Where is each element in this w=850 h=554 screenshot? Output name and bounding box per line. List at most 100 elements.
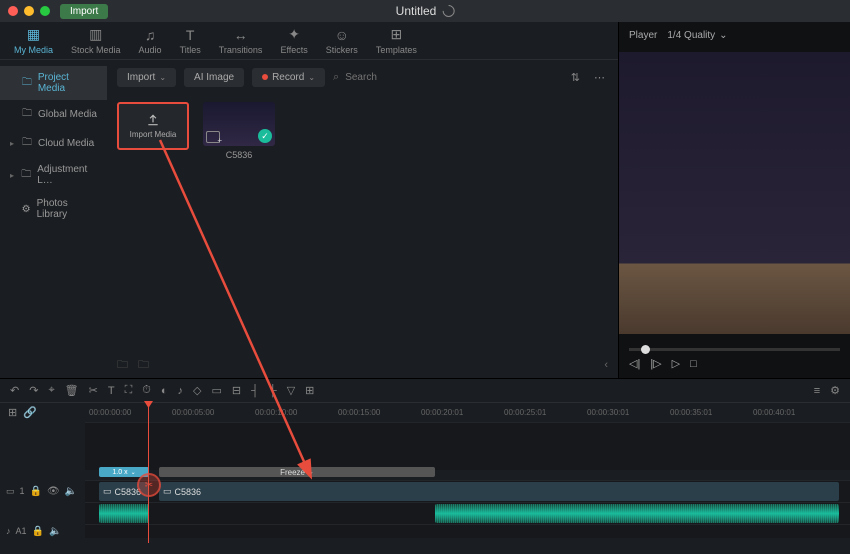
transitions-icon: ↔: [233, 27, 249, 43]
audio-clip[interactable]: [99, 504, 149, 523]
templates-icon: ⊞: [388, 27, 404, 43]
step-fwd-button[interactable]: |▷: [650, 357, 661, 370]
sidebar-item-project-media[interactable]: 🗀Project Media: [0, 66, 107, 100]
stock-icon: ▥: [88, 27, 104, 43]
stop-button[interactable]: □: [690, 358, 697, 370]
snap-icon[interactable]: ⊞: [8, 406, 17, 419]
more-icon[interactable]: ⋯: [591, 68, 608, 87]
text-tool-icon[interactable]: T: [108, 385, 115, 397]
audio-icon: ♫: [142, 27, 158, 43]
timeline-tracks: 1.0 x⌄ Freeze⌄ ▭ 1 🔒 👁 🔈 ▭C5836 ▭C5836 ♪…: [0, 422, 850, 538]
import-pill[interactable]: Import: [60, 4, 108, 19]
tab-my-media[interactable]: ▦My Media: [14, 27, 53, 55]
audio-track: ♪ A1 🔒 🔈: [0, 524, 850, 538]
sidebar-item-photos-library[interactable]: ⚙Photos Library: [0, 192, 107, 226]
chevron-down-icon: ⌄: [131, 469, 136, 476]
split-icon[interactable]: ✂: [89, 384, 98, 397]
color-icon[interactable]: ◐: [161, 385, 168, 397]
trash-icon[interactable]: 🗑: [65, 384, 79, 397]
search-field[interactable]: ⌕: [333, 71, 560, 84]
settings-icon[interactable]: ⚙: [830, 384, 840, 397]
freeze-clip[interactable]: Freeze⌄: [159, 467, 435, 477]
track-label: A1: [16, 526, 27, 536]
folder-icon: 🗀: [22, 75, 32, 92]
video-track: ▭ 1 🔒 👁 🔈 ▭C5836 ▭C5836: [0, 480, 850, 502]
new-bin-icon[interactable]: 🗀: [138, 356, 149, 375]
tab-stickers[interactable]: ☺Stickers: [326, 27, 358, 55]
sidebar-item-global-media[interactable]: 🗀Global Media: [0, 100, 107, 129]
audio-clip[interactable]: [435, 504, 839, 523]
chevron-down-icon: ⌄: [719, 30, 727, 41]
video-clip[interactable]: ▭C5836: [159, 482, 839, 501]
step-back-button[interactable]: ◁|: [629, 357, 640, 370]
time-ruler[interactable]: 00:00:00:00 00:00:05:00 00:00:10:00 00:0…: [85, 403, 850, 422]
seek-knob[interactable]: [641, 345, 650, 354]
clip-icon: ▭: [103, 486, 112, 497]
tab-effects[interactable]: ✦Effects: [280, 27, 307, 55]
preview-pane: Player 1/4 Quality⌄ ◁| |▷ ▷ □: [618, 22, 850, 378]
tab-transitions[interactable]: ↔Transitions: [219, 27, 263, 55]
track-number: 1: [20, 486, 25, 496]
upload-icon: [146, 113, 160, 127]
close-window[interactable]: [8, 6, 18, 16]
audio-track-embedded: [0, 502, 850, 524]
redo-icon[interactable]: ↷: [29, 384, 38, 397]
expand-icon[interactable]: ▸: [10, 139, 16, 148]
keyframe-icon[interactable]: ◇: [193, 384, 201, 397]
prev-icon[interactable]: ‹: [604, 359, 608, 371]
record-dropdown[interactable]: Record⌄: [252, 68, 325, 87]
cursor-tool-icon[interactable]: ⌖: [48, 384, 54, 397]
clip-label: C5836: [203, 150, 275, 160]
marker-icon[interactable]: ▽: [287, 384, 295, 397]
tab-audio[interactable]: ♫Audio: [139, 27, 162, 55]
maximize-window[interactable]: [40, 6, 50, 16]
cut-point-marker[interactable]: [137, 473, 161, 497]
media-sidebar: 🗀Project Media 🗀Global Media ▸🗀Cloud Med…: [0, 60, 107, 378]
search-input[interactable]: [345, 72, 560, 83]
new-folder-icon[interactable]: 🗀: [117, 356, 128, 375]
audio-tool-icon[interactable]: ♪: [178, 385, 184, 397]
ai-image-button[interactable]: AI Image: [184, 68, 244, 87]
lock-icon[interactable]: 🔒: [32, 526, 44, 537]
title-text: Untitled: [396, 4, 437, 18]
import-dropdown[interactable]: Import⌄: [117, 68, 176, 87]
folder-icon: 🗀: [22, 106, 32, 123]
seek-bar[interactable]: [629, 348, 840, 351]
mute-icon[interactable]: 🔈: [65, 486, 77, 497]
add-to-timeline-icon[interactable]: [206, 131, 220, 143]
timeline-toolbar: ↶ ↷ ⌖ 🗑 ✂ T ⛶ ⏱ ◐ ♪ ◇ ▭ ⊟ ┤ ├ ▽ ⊞ ≡ ⚙: [0, 378, 850, 402]
reload-icon[interactable]: [440, 3, 457, 20]
minimize-window[interactable]: [24, 6, 34, 16]
media-grid: Import Media ✓ C5836: [107, 94, 618, 352]
speed-icon[interactable]: ⏱: [142, 384, 151, 397]
tab-stock-media[interactable]: ▥Stock Media: [71, 27, 121, 55]
expand-icon[interactable]: ▸: [10, 171, 15, 180]
quality-dropdown[interactable]: 1/4 Quality⌄: [667, 30, 727, 41]
preview-canvas[interactable]: [619, 52, 850, 334]
sidebar-item-cloud-media[interactable]: ▸🗀Cloud Media: [0, 129, 107, 158]
mixer-icon[interactable]: ≡: [814, 385, 820, 397]
tool-a-icon[interactable]: ▭: [211, 384, 221, 397]
link-icon[interactable]: 🔗: [23, 406, 37, 419]
tab-templates[interactable]: ⊞Templates: [376, 27, 417, 55]
mark-out-icon[interactable]: ├: [269, 385, 277, 397]
lock-icon[interactable]: 🔒: [30, 486, 42, 497]
player-label: Player: [629, 30, 657, 41]
folder-icon: 🗀: [22, 135, 32, 152]
media-clip[interactable]: ✓ C5836: [203, 102, 275, 160]
mute-icon[interactable]: 🔈: [49, 526, 61, 537]
sidebar-item-adjustment[interactable]: ▸🗀Adjustment L…: [0, 158, 107, 192]
undo-icon[interactable]: ↶: [10, 384, 19, 397]
tool-b-icon[interactable]: ⊟: [232, 384, 241, 397]
record-dot-icon: [262, 74, 268, 80]
gear-icon: ⚙: [22, 204, 31, 215]
import-media-card[interactable]: Import Media: [117, 102, 189, 150]
filter-icon[interactable]: ⇅: [568, 68, 583, 87]
search-icon: ⌕: [333, 71, 339, 84]
tab-titles[interactable]: TTitles: [180, 27, 201, 55]
eye-icon[interactable]: 👁: [47, 486, 60, 497]
tool-c-icon[interactable]: ⊞: [305, 384, 314, 397]
mark-in-icon[interactable]: ┤: [251, 385, 259, 397]
crop-icon[interactable]: ⛶: [125, 384, 133, 397]
play-button[interactable]: ▷: [672, 357, 680, 370]
